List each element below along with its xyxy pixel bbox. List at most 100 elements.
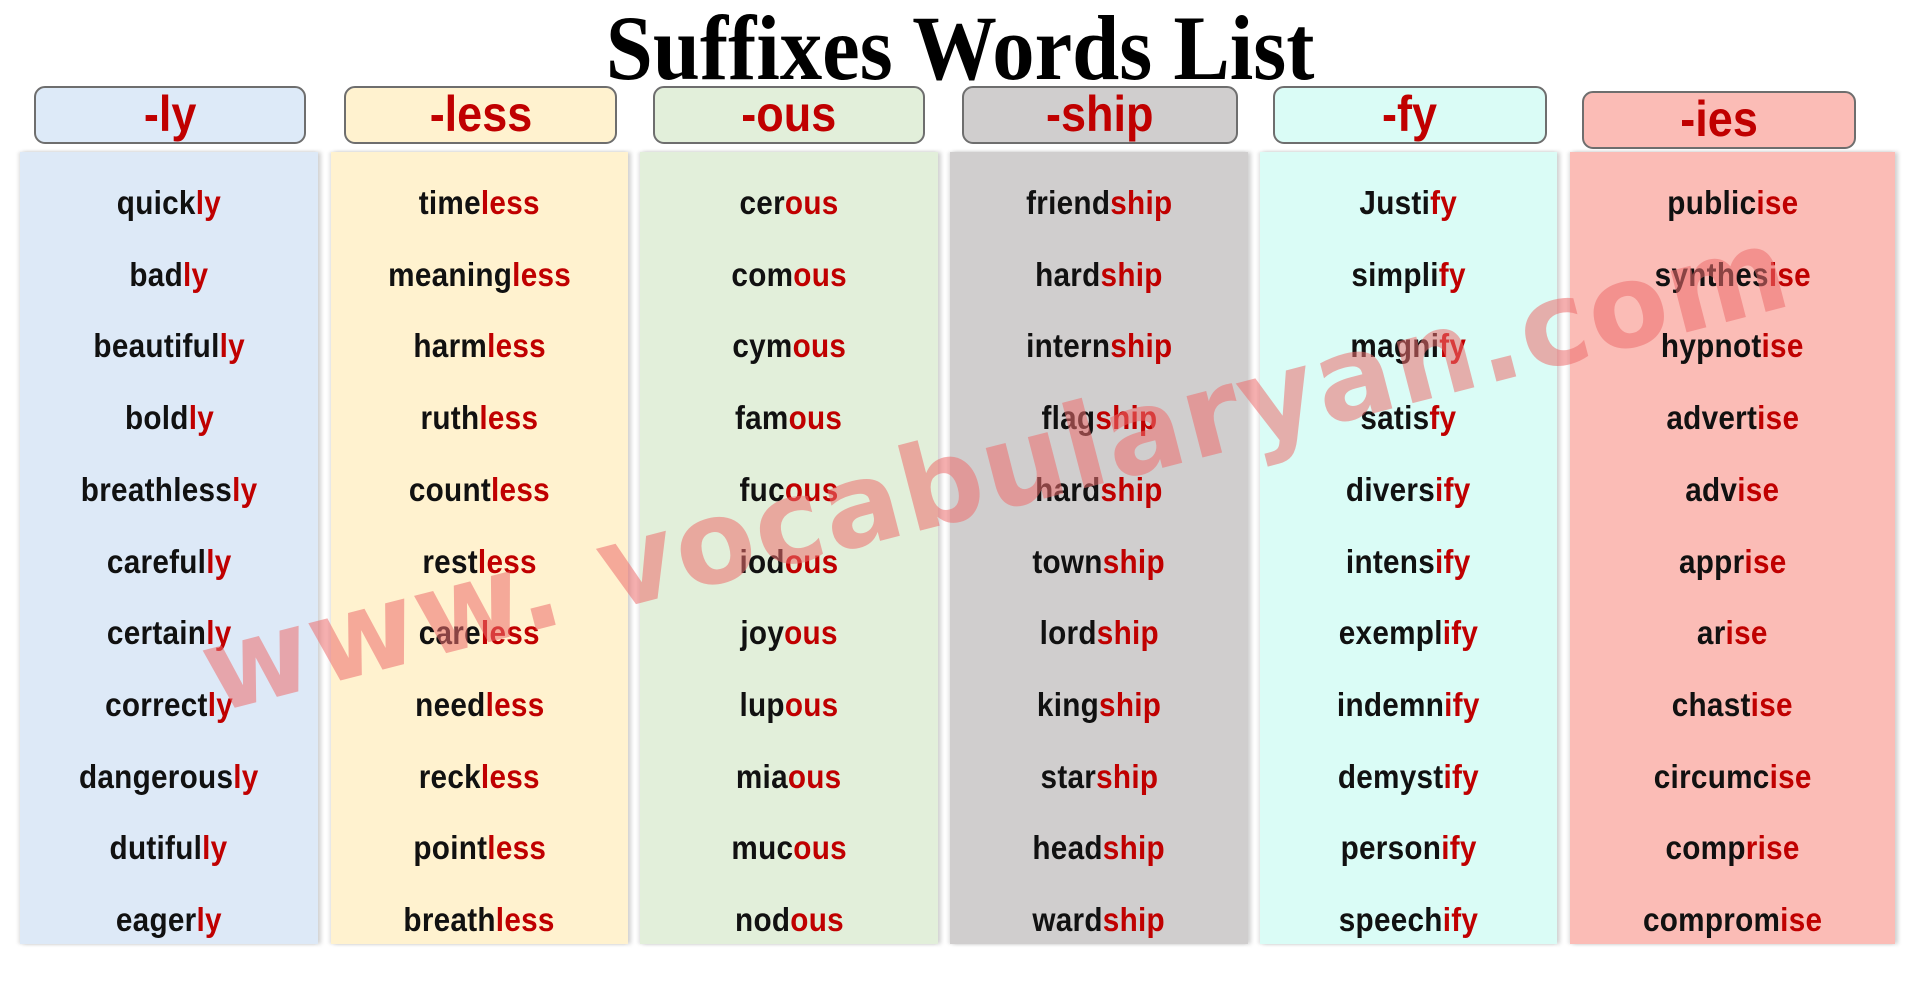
word-text: fucous — [739, 470, 838, 510]
word-text: cerous — [739, 183, 838, 223]
word-stem: com — [731, 255, 794, 293]
word-item: cerous — [640, 183, 938, 223]
word-suffix: ous — [784, 685, 839, 723]
word-stem: fam — [735, 399, 789, 437]
word-stem: synthes — [1654, 255, 1769, 293]
word-stem: lup — [739, 685, 785, 723]
header-less: -less — [344, 86, 617, 144]
word-text: breathlessly — [81, 470, 258, 510]
word-text: nodous — [735, 900, 844, 940]
word-suffix: less — [477, 542, 537, 580]
word-text: demystify — [1338, 757, 1479, 797]
word-stem: intens — [1346, 542, 1436, 580]
word-suffix: ship — [1109, 327, 1173, 365]
word-item: satisfy — [1260, 398, 1557, 438]
word-item: lupous — [640, 685, 938, 725]
word-text: needless — [415, 685, 544, 725]
word-item: lordship — [950, 613, 1248, 653]
word-stem: ar — [1697, 614, 1726, 652]
word-suffix: ify — [1443, 757, 1480, 795]
word-suffix: ise — [1768, 255, 1811, 293]
word-item: reckless — [331, 757, 628, 797]
word-suffix: ify — [1435, 470, 1471, 508]
word-stem: cym — [732, 327, 793, 365]
word-item: breathlessly — [20, 470, 318, 510]
column-ly: quickly badly beautifully boldly breathlessl… — [20, 152, 318, 944]
word-item: countless — [331, 470, 628, 510]
header-ies: -ies — [1582, 91, 1856, 149]
page-title-text: Suffixes Words List — [605, 0, 1315, 99]
word-item: restless — [331, 542, 628, 582]
word-suffix: ship — [1103, 542, 1166, 580]
word-text: apprise — [1679, 542, 1787, 582]
word-stem: need — [414, 685, 486, 723]
word-item: hardship — [950, 255, 1248, 295]
word-item: comous — [640, 255, 938, 295]
word-item: apprise — [1570, 542, 1895, 582]
word-stem: bad — [129, 255, 184, 293]
word-text: lordship — [1039, 613, 1158, 653]
word-item: careless — [331, 613, 628, 653]
word-stem: lord — [1039, 614, 1097, 652]
word-stem: circumc — [1653, 757, 1770, 795]
word-item: kingship — [950, 685, 1248, 725]
word-stem: dutiful — [110, 829, 203, 867]
word-stem: advert — [1666, 399, 1757, 437]
word-suffix: ise — [1769, 757, 1812, 795]
word-suffix: ise — [1780, 901, 1823, 938]
word-item: dutifully — [20, 828, 318, 868]
word-suffix: ship — [1103, 901, 1166, 938]
word-item: mucous — [640, 828, 938, 868]
word-item: circumcise — [1570, 757, 1895, 797]
word-item: carefully — [20, 542, 318, 582]
word-text: Justify — [1360, 183, 1458, 223]
word-text: magnify — [1351, 326, 1467, 366]
word-stem: town — [1032, 542, 1104, 580]
word-stem: care — [418, 614, 482, 652]
word-text: comous — [731, 255, 847, 295]
word-text: hypnotise — [1661, 326, 1804, 366]
word-item: joyous — [640, 613, 938, 653]
word-suffix: less — [491, 470, 551, 508]
word-stem: head — [1032, 829, 1104, 867]
word-stem: breathless — [80, 470, 232, 508]
word-suffix: ly — [195, 184, 222, 221]
word-text: speechify — [1339, 900, 1478, 940]
word-stem: adv — [1685, 470, 1738, 508]
word-stem: star — [1040, 757, 1096, 795]
word-item: miaous — [640, 757, 938, 797]
word-suffix: ship — [1094, 399, 1158, 437]
header-label: -less — [429, 86, 532, 142]
word-suffix: ship — [1103, 829, 1166, 867]
word-suffix: fy — [1439, 327, 1467, 365]
word-text: satisfy — [1360, 398, 1456, 438]
word-text: kingship — [1037, 685, 1161, 725]
word-text: beautifully — [93, 326, 244, 366]
word-suffix: ise — [1744, 542, 1787, 580]
word-text: lupous — [740, 685, 839, 725]
word-item: starship — [950, 757, 1248, 797]
word-text: arise — [1697, 613, 1768, 653]
word-suffix: ly — [183, 255, 209, 293]
word-text: hardship — [1035, 255, 1163, 295]
word-suffix: less — [512, 255, 571, 293]
word-stem: ruth — [420, 399, 480, 437]
word-stem: harm — [413, 327, 487, 365]
word-stem: point — [413, 829, 488, 867]
word-suffix: ship — [1099, 685, 1162, 723]
word-item: diversify — [1260, 470, 1557, 510]
word-text: headship — [1033, 828, 1166, 868]
word-stem: bold — [124, 399, 189, 437]
word-stem: meaning — [388, 255, 513, 293]
word-suffix: ly — [207, 685, 233, 723]
word-text: certainly — [107, 613, 232, 653]
word-suffix: ly — [202, 829, 228, 867]
word-suffix: less — [481, 757, 541, 795]
word-text: hardship — [1035, 470, 1163, 510]
word-suffix: ify — [1441, 829, 1477, 867]
word-item: headship — [950, 828, 1248, 868]
word-item: harmless — [331, 326, 628, 366]
word-text: ruthless — [421, 398, 539, 438]
word-suffix: ise — [1750, 685, 1794, 723]
word-stem: hard — [1035, 470, 1101, 508]
